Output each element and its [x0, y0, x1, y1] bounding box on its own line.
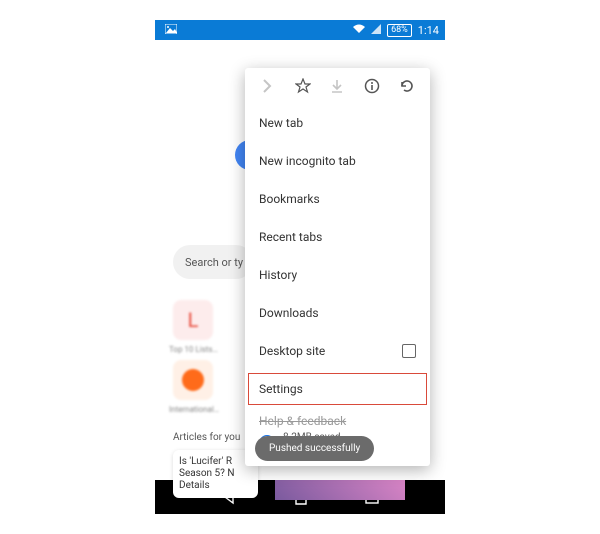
search-placeholder: Search or ty	[185, 256, 243, 269]
menu-desktop-site-label: Desktop site	[259, 344, 325, 358]
menu-downloads[interactable]: Downloads	[245, 294, 430, 332]
menu-help-label: Help & feedback	[259, 414, 346, 428]
articles-header: Articles for you	[173, 432, 240, 443]
wifi-icon	[353, 24, 365, 37]
menu-recent-tabs-label: Recent tabs	[259, 230, 322, 244]
browser-content: Search or ty L Top 10 Lists… Internation…	[155, 40, 445, 480]
phone-frame: 68% 1:14 Search or ty L Top 10 Lists… In…	[155, 20, 445, 514]
menu-bookmarks-label: Bookmarks	[259, 192, 320, 206]
clock: 1:14	[418, 24, 439, 37]
shortcut-tile-2[interactable]	[173, 360, 213, 400]
info-icon[interactable]	[357, 78, 387, 98]
download-icon	[322, 78, 352, 98]
status-bar: 68% 1:14	[155, 20, 445, 40]
forward-icon	[253, 78, 283, 98]
menu-new-tab-label: New tab	[259, 116, 303, 130]
menu-new-incognito-label: New incognito tab	[259, 154, 356, 168]
refresh-icon[interactable]	[392, 78, 422, 98]
menu-icon-row	[245, 68, 430, 104]
menu-desktop-site[interactable]: Desktop site	[245, 332, 430, 370]
shortcut-tile-1-label: Top 10 Lists…	[169, 345, 218, 354]
battery-indicator: 68%	[387, 24, 412, 37]
image-indicator-icon	[165, 24, 177, 37]
star-icon[interactable]	[288, 78, 318, 98]
toast-notification: Pushed successfully	[255, 436, 374, 461]
tile-letter: L	[188, 308, 199, 332]
article-title: Is 'Lucifer' R Season 5? N Details	[179, 456, 235, 491]
menu-settings-label: Settings	[259, 382, 303, 396]
menu-new-tab[interactable]: New tab	[245, 104, 430, 142]
search-input[interactable]: Search or ty	[173, 245, 253, 279]
desktop-site-checkbox[interactable]	[402, 344, 416, 358]
overflow-menu: New tab New incognito tab Bookmarks Rece…	[245, 68, 430, 466]
menu-history-label: History	[259, 268, 297, 282]
signal-icon	[371, 24, 381, 37]
menu-recent-tabs[interactable]: Recent tabs	[245, 218, 430, 256]
menu-history[interactable]: History	[245, 256, 430, 294]
shortcut-tile-2-label: International…	[169, 405, 219, 414]
menu-downloads-label: Downloads	[259, 306, 319, 320]
menu-bookmarks[interactable]: Bookmarks	[245, 180, 430, 218]
toast-message: Pushed successfully	[269, 443, 360, 454]
menu-new-incognito[interactable]: New incognito tab	[245, 142, 430, 180]
menu-settings[interactable]: Settings	[245, 370, 430, 408]
menu-help[interactable]: Help & feedback	[245, 408, 430, 428]
shortcut-tile-1[interactable]: L	[173, 300, 213, 340]
article-thumbnail	[275, 480, 405, 500]
